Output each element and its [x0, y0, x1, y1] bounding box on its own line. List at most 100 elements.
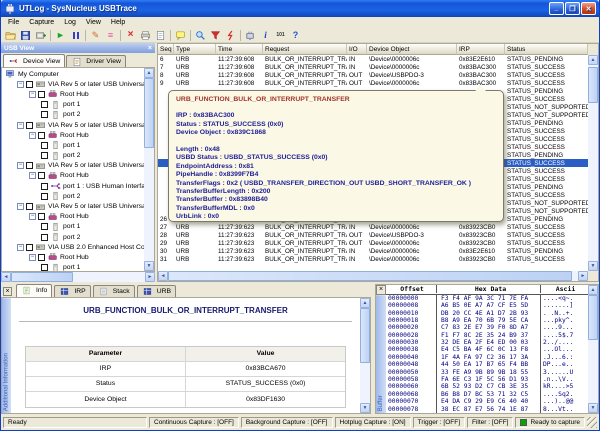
tab-driver-view[interactable]: Driver View [66, 55, 126, 67]
tree-checkbox[interactable] [26, 162, 33, 169]
tree-item[interactable]: −VIA Rev 5 or later USB Universal Host C [2, 201, 144, 211]
scroll-down-icon[interactable]: ▼ [360, 403, 370, 413]
column-header-io[interactable]: I/O [347, 44, 367, 55]
log-row[interactable]: 9URB11:27:39:608BULK_OR_INTERRUPT_TRANSF… [158, 79, 588, 87]
help-icon[interactable]: ? [288, 29, 303, 42]
tree-item[interactable]: port 1 [2, 222, 144, 232]
tree-item[interactable]: My Computer [2, 69, 144, 79]
scroll-right-icon[interactable]: ► [145, 272, 155, 282]
tree-item[interactable]: port 1 : USB Human Interface D [2, 181, 144, 191]
log-table-hscrollbar[interactable]: ◄ ► [158, 271, 588, 281]
tree-checkbox[interactable] [26, 122, 33, 129]
start-capture-icon[interactable]: ► [53, 29, 68, 42]
menu-item-help[interactable]: Help [106, 19, 130, 26]
device-info-icon[interactable]: i [258, 29, 273, 42]
tree-expander-icon[interactable]: − [17, 122, 24, 129]
log-row[interactable]: 29URB11:27:39:623BULK_OR_INTERRUPT_TRANS… [158, 239, 588, 247]
column-header-request[interactable]: Request [263, 44, 347, 55]
tree-hscrollbar[interactable]: ◄ ► [1, 272, 155, 282]
raw-binary-icon[interactable]: 101 [273, 29, 288, 42]
print-icon[interactable] [138, 29, 153, 42]
open-file-icon[interactable] [3, 29, 18, 42]
tree-checkbox[interactable] [41, 101, 48, 108]
log-table-vscrollbar[interactable]: ▲ ▼ [588, 55, 598, 271]
filter-icon[interactable] [208, 29, 223, 42]
tree-item[interactable]: −VIA Rev 5 or later USB Universal Host C [2, 161, 144, 171]
log-row[interactable]: 30URB11:27:39:623BULK_OR_INTERRUPT_TRANS… [158, 247, 588, 255]
tree-expander-icon[interactable]: − [17, 203, 24, 210]
menu-item-view[interactable]: View [81, 19, 106, 26]
menu-item-capture[interactable]: Capture [24, 19, 59, 26]
log-row[interactable]: 7URB11:27:39:608BULK_OR_INTERRUPT_TRANSF… [158, 63, 588, 71]
tree-checkbox[interactable] [41, 264, 48, 271]
tree-expander-icon[interactable]: − [29, 91, 36, 98]
tree-checkbox[interactable] [41, 152, 48, 159]
tree-vscrollbar[interactable]: ▲ ▼ [144, 68, 154, 271]
tree-checkbox[interactable] [38, 213, 45, 220]
additional-information-strip[interactable]: Additional Information [2, 298, 11, 413]
tree-checkbox[interactable] [38, 91, 45, 98]
tree-item[interactable]: −Root Hub [2, 130, 144, 140]
tree-item[interactable]: −Root Hub [2, 171, 144, 181]
pause-capture-icon[interactable] [68, 29, 83, 42]
tree-checkbox[interactable] [38, 132, 45, 139]
tree-expander-icon[interactable]: − [29, 132, 36, 139]
tree-expander-icon[interactable]: − [29, 254, 36, 261]
tree-checkbox[interactable] [41, 111, 48, 118]
clear-log-icon[interactable]: × [123, 29, 138, 42]
buffer-close-icon[interactable]: × [376, 285, 386, 295]
scroll-up-icon[interactable]: ▲ [588, 285, 598, 295]
tree-expander-icon[interactable]: − [17, 244, 24, 251]
tree-item[interactable]: port 1 [2, 140, 144, 150]
tree-item[interactable]: −Root Hub [2, 252, 144, 262]
export-log-icon[interactable] [33, 29, 48, 42]
scroll-down-icon[interactable]: ▼ [144, 261, 154, 271]
tree-item[interactable]: port 2 [2, 151, 144, 161]
tree-expander-icon[interactable]: − [29, 172, 36, 179]
resize-grip[interactable] [587, 417, 597, 428]
detail-close-icon[interactable]: × [3, 287, 12, 296]
log-row[interactable]: 28URB11:27:39:623BULK_OR_INTERRUPT_TRANS… [158, 231, 588, 239]
log-row[interactable]: 27URB11:27:39:623BULK_OR_INTERRUPT_TRANS… [158, 223, 588, 231]
scroll-right-icon[interactable]: ► [578, 271, 588, 281]
tab-device-view[interactable]: Device View [3, 54, 65, 67]
tree-item[interactable]: −Root Hub [2, 89, 144, 99]
tree-checkbox[interactable] [41, 193, 48, 200]
tree-checkbox[interactable] [26, 203, 33, 210]
search-icon[interactable] [193, 29, 208, 42]
tree-checkbox[interactable] [26, 244, 33, 251]
buffer-vscrollbar[interactable]: ▲ ▼ [588, 285, 598, 413]
column-header-time[interactable]: Time [216, 44, 263, 55]
tree-item[interactable]: port 2 [2, 191, 144, 201]
tree-checkbox[interactable] [41, 223, 48, 230]
view-raw-icon[interactable] [153, 29, 168, 42]
menu-item-file[interactable]: File [3, 19, 24, 26]
tree-item[interactable]: port 2 [2, 232, 144, 242]
scroll-down-icon[interactable]: ▼ [588, 403, 598, 413]
column-header-irp[interactable]: IRP [457, 44, 505, 55]
menu-item-log[interactable]: Log [59, 19, 81, 26]
tree-item[interactable]: −VIA Rev 5 or later USB Universal Host C [2, 120, 144, 130]
column-header-deviceobject[interactable]: Device Object [367, 44, 457, 55]
tab-stack[interactable]: Stack [93, 285, 135, 297]
tree-checkbox[interactable] [41, 183, 48, 190]
column-header-status[interactable]: Status [505, 44, 588, 55]
column-header-type[interactable]: Type [174, 44, 216, 55]
trigger-icon[interactable] [223, 29, 238, 42]
tree-checkbox[interactable] [41, 234, 48, 241]
tab-info[interactable]: Info [16, 284, 52, 297]
tree-item[interactable]: port 1 [2, 263, 144, 271]
column-header-seq[interactable]: Seq [158, 44, 174, 55]
maximize-button[interactable]: ❐ [565, 2, 580, 15]
tree-item[interactable]: −VIA Rev 5 or later USB Universal Host C [2, 79, 144, 89]
tree-checkbox[interactable] [38, 172, 45, 179]
tab-irp[interactable]: IRP [54, 285, 90, 297]
tree-item[interactable]: −VIA USB 2.0 Enhanced Host Controller [2, 242, 144, 252]
tree-expander-icon[interactable]: − [17, 81, 24, 88]
tree-checkbox[interactable] [38, 254, 45, 261]
scroll-left-icon[interactable]: ◄ [158, 271, 168, 281]
scroll-up-icon[interactable]: ▲ [360, 298, 370, 308]
log-options-icon[interactable]: ≡ [103, 29, 118, 42]
scroll-down-icon[interactable]: ▼ [588, 261, 598, 271]
tree-checkbox[interactable] [41, 142, 48, 149]
